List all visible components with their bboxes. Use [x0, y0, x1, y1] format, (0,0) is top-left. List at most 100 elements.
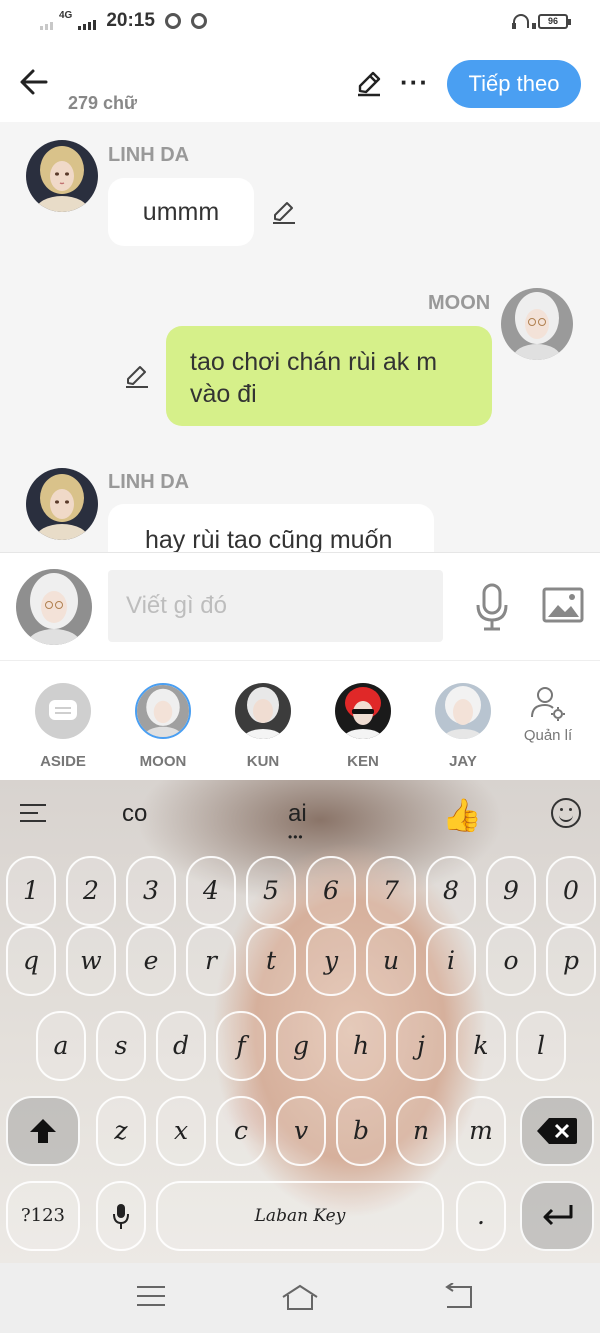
manage-characters-button[interactable]: Quản lí — [516, 683, 580, 744]
sender-name: LINH DA — [108, 471, 190, 493]
period-key[interactable]: . — [456, 1181, 506, 1251]
key-t[interactable]: t — [246, 926, 296, 996]
character-label: KUN — [246, 753, 280, 770]
key-x[interactable]: x — [156, 1096, 206, 1166]
avatar-moon[interactable] — [501, 288, 573, 360]
more-suggestions-icon[interactable]: ••• — [288, 830, 304, 844]
message-line: vào đi — [190, 380, 257, 408]
avatar — [435, 683, 491, 739]
avatar — [135, 683, 191, 739]
character-label: KEN — [347, 753, 379, 770]
key-8[interactable]: 8 — [426, 856, 476, 926]
space-key[interactable]: Laban Key — [156, 1181, 444, 1251]
avatar-linh-da[interactable] — [26, 468, 98, 540]
key-4[interactable]: 4 — [186, 856, 236, 926]
key-f[interactable]: f — [216, 1011, 266, 1081]
shift-arrow-icon — [30, 1119, 56, 1143]
key-3[interactable]: 3 — [126, 856, 176, 926]
edit-message-icon[interactable] — [270, 198, 298, 226]
avatar — [235, 683, 291, 739]
key-z[interactable]: z — [96, 1096, 146, 1166]
suggestion[interactable]: co — [122, 800, 147, 828]
key-6[interactable]: 6 — [306, 856, 356, 926]
key-d[interactable]: d — [156, 1011, 206, 1081]
key-o[interactable]: o — [486, 926, 536, 996]
key-9[interactable]: 9 — [486, 856, 536, 926]
character-moon[interactable]: MOON — [123, 683, 203, 770]
sender-name: LINH DA — [108, 144, 190, 166]
clock: 20:15 — [106, 10, 155, 31]
character-aside[interactable]: ASIDE — [23, 683, 103, 770]
key-m[interactable]: m — [456, 1096, 506, 1166]
aside-icon — [35, 683, 91, 739]
key-c[interactable]: c — [216, 1096, 266, 1166]
recent-apps-icon[interactable] — [137, 1286, 165, 1310]
character-ken[interactable]: KEN — [323, 683, 403, 770]
enter-icon — [543, 1205, 573, 1226]
keyboard-menu-icon[interactable] — [20, 804, 46, 824]
chat-area[interactable]: LINH DA ummm MOON tao chơi chán rùi ak m… — [0, 122, 600, 552]
key-0[interactable]: 0 — [546, 856, 596, 926]
chrome-icon — [190, 13, 207, 29]
key-e[interactable]: e — [126, 926, 176, 996]
message-bubble-own[interactable]: tao chơi chán rùi ak m vào đi — [166, 326, 492, 426]
thumbs-up-emoji[interactable]: 👍 — [442, 796, 482, 834]
character-kun[interactable]: KUN — [223, 683, 303, 770]
user-settings-icon — [531, 687, 565, 721]
key-g[interactable]: g — [276, 1011, 326, 1081]
avatar-linh-da[interactable] — [26, 140, 98, 212]
character-selector: ASIDE MOON KUN KEN JAY Quản lí — [0, 660, 600, 780]
home-icon[interactable] — [280, 1283, 320, 1313]
microphone-icon[interactable] — [474, 583, 510, 631]
suggestion[interactable]: ai — [288, 800, 307, 828]
key-s[interactable]: s — [96, 1011, 146, 1081]
character-label: JAY — [449, 753, 477, 770]
symbols-key[interactable]: ?123 — [6, 1181, 80, 1251]
image-icon[interactable] — [542, 587, 584, 623]
more-options-icon[interactable]: ··· — [400, 69, 429, 95]
enter-key[interactable] — [520, 1181, 594, 1251]
compose-bar — [0, 552, 600, 660]
key-u[interactable]: u — [366, 926, 416, 996]
manage-label: Quản lí — [523, 727, 573, 744]
character-jay[interactable]: JAY — [423, 683, 503, 770]
key-a[interactable]: a — [36, 1011, 86, 1081]
backspace-icon — [537, 1118, 577, 1144]
character-label: MOON — [139, 753, 187, 770]
key-p[interactable]: p — [546, 926, 596, 996]
back-arrow-icon[interactable] — [18, 66, 50, 98]
current-character-avatar[interactable] — [16, 569, 92, 645]
battery-icon: 96 — [538, 13, 571, 29]
key-v[interactable]: v — [276, 1096, 326, 1166]
message-line: tao chơi chán rùi ak m — [190, 348, 438, 376]
key-r[interactable]: r — [186, 926, 236, 996]
key-1[interactable]: 1 — [6, 856, 56, 926]
back-icon[interactable] — [441, 1283, 475, 1311]
backspace-key[interactable] — [520, 1096, 594, 1166]
sender-name: MOON — [428, 292, 491, 314]
key-j[interactable]: j — [396, 1011, 446, 1081]
key-7[interactable]: 7 — [366, 856, 416, 926]
key-q[interactable]: q — [6, 926, 56, 996]
key-i[interactable]: i — [426, 926, 476, 996]
shift-key[interactable] — [6, 1096, 80, 1166]
message-bubble[interactable]: ummm — [108, 178, 254, 246]
emoji-icon[interactable] — [551, 798, 581, 828]
key-h[interactable]: h — [336, 1011, 386, 1081]
key-k[interactable]: k — [456, 1011, 506, 1081]
message-bubble[interactable]: hay rùi tao cũng muốn — [108, 504, 434, 552]
edit-message-icon[interactable] — [123, 362, 151, 390]
key-y[interactable]: y — [306, 926, 356, 996]
key-b[interactable]: b — [336, 1096, 386, 1166]
notification-icon — [164, 13, 181, 29]
message-input[interactable] — [108, 570, 443, 642]
key-5[interactable]: 5 — [246, 856, 296, 926]
edit-pencil-icon[interactable] — [354, 68, 384, 98]
voice-key[interactable] — [96, 1181, 146, 1251]
key-n[interactable]: n — [396, 1096, 446, 1166]
signal-strength-icon — [78, 12, 97, 30]
next-button[interactable]: Tiếp theo — [447, 60, 581, 108]
key-l[interactable]: l — [516, 1011, 566, 1081]
key-w[interactable]: w — [66, 926, 116, 996]
key-2[interactable]: 2 — [66, 856, 116, 926]
